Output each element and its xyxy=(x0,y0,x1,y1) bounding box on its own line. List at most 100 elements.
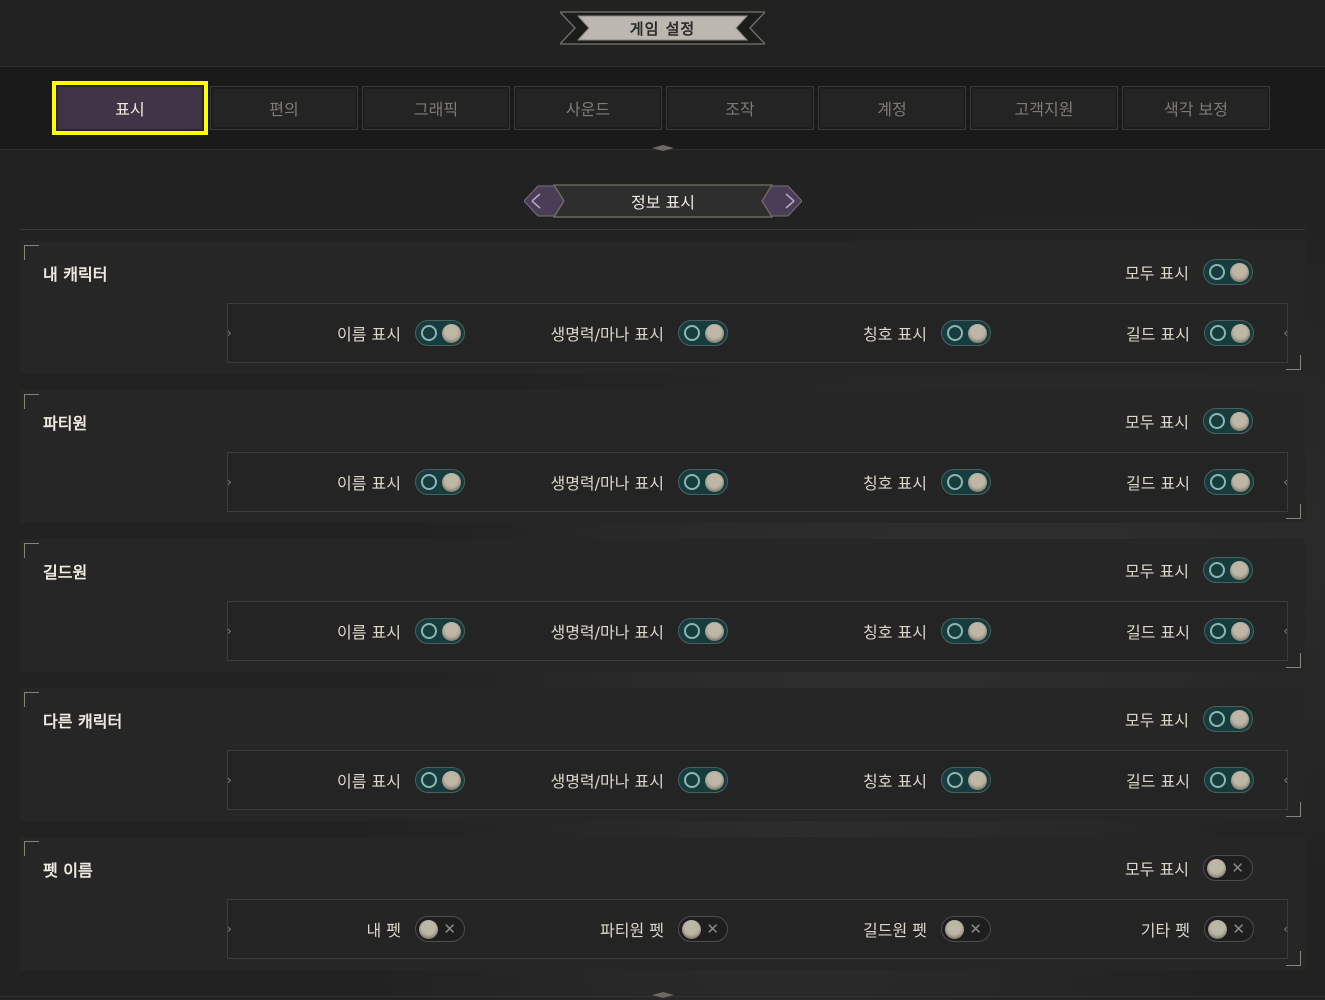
ring-icon xyxy=(421,325,437,341)
show-all-toggle[interactable] xyxy=(1203,408,1253,434)
option-label: 이름 표시 xyxy=(337,772,401,791)
tab-convenience[interactable]: 편의 xyxy=(210,86,358,130)
toggle-knob xyxy=(1231,622,1250,641)
option-label: 생명력/마나 표시 xyxy=(550,772,664,791)
tab-account[interactable]: 계정 xyxy=(818,86,966,130)
corner-ornament xyxy=(1286,653,1301,668)
toggle-knob xyxy=(705,771,724,790)
option-my-pet: 내 펫 ✕ xyxy=(366,916,465,942)
option-hp-mp: 생명력/마나 표시 xyxy=(550,320,728,346)
show-all-toggle[interactable] xyxy=(1203,706,1253,732)
show-all-label: 모두 표시 xyxy=(1125,413,1189,432)
corner-ornament xyxy=(1286,951,1301,966)
option-toggle[interactable]: ✕ xyxy=(941,916,991,942)
tab-support[interactable]: 고객지원 xyxy=(970,86,1118,130)
toggle-knob xyxy=(1230,710,1249,729)
divider-ornament-icon xyxy=(652,992,674,998)
option-toggle[interactable] xyxy=(415,320,465,346)
option-label: 이름 표시 xyxy=(337,623,401,642)
option-toggle[interactable] xyxy=(941,320,991,346)
option-hp-mp: 생명력/마나 표시 xyxy=(550,469,728,495)
ring-icon xyxy=(1210,325,1226,341)
option-toggle[interactable]: ✕ xyxy=(678,916,728,942)
tab-display[interactable]: 표시 xyxy=(52,81,208,135)
option-toggle[interactable]: ✕ xyxy=(1204,916,1254,942)
ring-icon xyxy=(1209,264,1225,280)
ring-icon xyxy=(947,623,963,639)
option-toggle[interactable]: ✕ xyxy=(415,916,465,942)
option-label: 칭호 표시 xyxy=(863,623,927,642)
option-toggle[interactable] xyxy=(941,618,991,644)
option-toggle[interactable] xyxy=(1204,469,1254,495)
tab-controls[interactable]: 조작 xyxy=(666,86,814,130)
toggle-knob xyxy=(945,920,964,939)
toggle-knob xyxy=(705,622,724,641)
group-pet-name: 펫 이름 모두 표시 ✕ › ‹ 내 펫 ✕ 파티원 펫 ✕ 길드원 펫 ✕ 기타 펫… xyxy=(20,837,1305,970)
show-all-toggle[interactable]: ✕ xyxy=(1203,855,1253,881)
option-party-pet: 파티원 펫 ✕ xyxy=(600,916,728,942)
show-all-row: 모두 표시 ✕ xyxy=(1125,855,1253,881)
option-label: 길드 표시 xyxy=(1126,623,1190,642)
show-all-toggle[interactable] xyxy=(1203,557,1253,583)
ring-icon xyxy=(1209,413,1225,429)
show-all-label: 모두 표시 xyxy=(1125,264,1189,283)
ring-icon xyxy=(421,772,437,788)
option-toggle[interactable] xyxy=(941,767,991,793)
x-icon: ✕ xyxy=(706,920,719,938)
option-label: 칭호 표시 xyxy=(863,772,927,791)
show-all-toggle[interactable] xyxy=(1203,259,1253,285)
option-toggle[interactable] xyxy=(1204,767,1254,793)
window-title: 게임 설정 xyxy=(629,19,696,38)
option-toggle[interactable] xyxy=(415,767,465,793)
ring-icon xyxy=(684,474,700,490)
toggle-knob xyxy=(705,324,724,343)
group-title: 파티원 xyxy=(43,414,88,433)
ring-icon xyxy=(1209,562,1225,578)
option-hp-mp: 생명력/마나 표시 xyxy=(550,618,728,644)
toggle-knob xyxy=(1208,920,1227,939)
option-toggle[interactable] xyxy=(415,618,465,644)
option-guild-pet: 길드원 펫 ✕ xyxy=(863,916,991,942)
option-label: 칭호 표시 xyxy=(863,325,927,344)
option-guild: 길드 표시 xyxy=(1126,618,1254,644)
option-toggle[interactable] xyxy=(678,320,728,346)
option-toggle[interactable] xyxy=(1204,618,1254,644)
group-party-member: 파티원 모두 표시 › ‹ 이름 표시 생명력/마나 표시 칭호 표시 길드 표… xyxy=(20,390,1305,523)
option-toggle[interactable] xyxy=(1204,320,1254,346)
toggle-knob xyxy=(968,771,987,790)
options-panel: › ‹ 내 펫 ✕ 파티원 펫 ✕ 길드원 펫 ✕ 기타 펫 ✕ xyxy=(227,899,1288,959)
show-all-label: 모두 표시 xyxy=(1125,562,1189,581)
option-toggle[interactable] xyxy=(678,767,728,793)
chevron-left-icon: ‹ xyxy=(1283,922,1288,936)
toggle-knob xyxy=(442,622,461,641)
options-panel: › ‹ 이름 표시 생명력/마나 표시 칭호 표시 길드 표시 xyxy=(227,601,1288,661)
option-label: 칭호 표시 xyxy=(863,474,927,493)
ring-icon xyxy=(1210,623,1226,639)
toggle-knob xyxy=(1231,324,1250,343)
toggle-knob xyxy=(1231,473,1250,492)
tab-bar-background: 표시 편의 그래픽 사운드 조작 계정 고객지원 색각 보정 xyxy=(0,66,1325,150)
option-other-pet: 기타 펫 ✕ xyxy=(1141,916,1254,942)
x-icon: ✕ xyxy=(1231,859,1244,877)
option-toggle[interactable] xyxy=(415,469,465,495)
ring-icon xyxy=(421,623,437,639)
tab-sound[interactable]: 사운드 xyxy=(514,86,662,130)
option-title: 칭호 표시 xyxy=(863,618,991,644)
options-panel: › ‹ 이름 표시 생명력/마나 표시 칭호 표시 길드 표시 xyxy=(227,452,1288,512)
option-guild: 길드 표시 xyxy=(1126,320,1254,346)
option-title: 칭호 표시 xyxy=(863,469,991,495)
option-label: 기타 펫 xyxy=(1140,921,1190,940)
group-title: 길드원 xyxy=(43,563,88,582)
option-name: 이름 표시 xyxy=(337,320,465,346)
chevron-right-icon: › xyxy=(227,773,232,787)
option-label: 생명력/마나 표시 xyxy=(550,325,664,344)
options-panel: › ‹ 이름 표시 생명력/마나 표시 칭호 표시 길드 표시 xyxy=(227,750,1288,810)
option-toggle[interactable] xyxy=(678,618,728,644)
option-guild: 길드 표시 xyxy=(1126,767,1254,793)
section-divider xyxy=(20,229,1305,230)
tab-color-correction[interactable]: 색각 보정 xyxy=(1122,86,1270,130)
corner-ornament xyxy=(24,245,39,260)
tab-graphics[interactable]: 그래픽 xyxy=(362,86,510,130)
option-toggle[interactable] xyxy=(678,469,728,495)
option-toggle[interactable] xyxy=(941,469,991,495)
